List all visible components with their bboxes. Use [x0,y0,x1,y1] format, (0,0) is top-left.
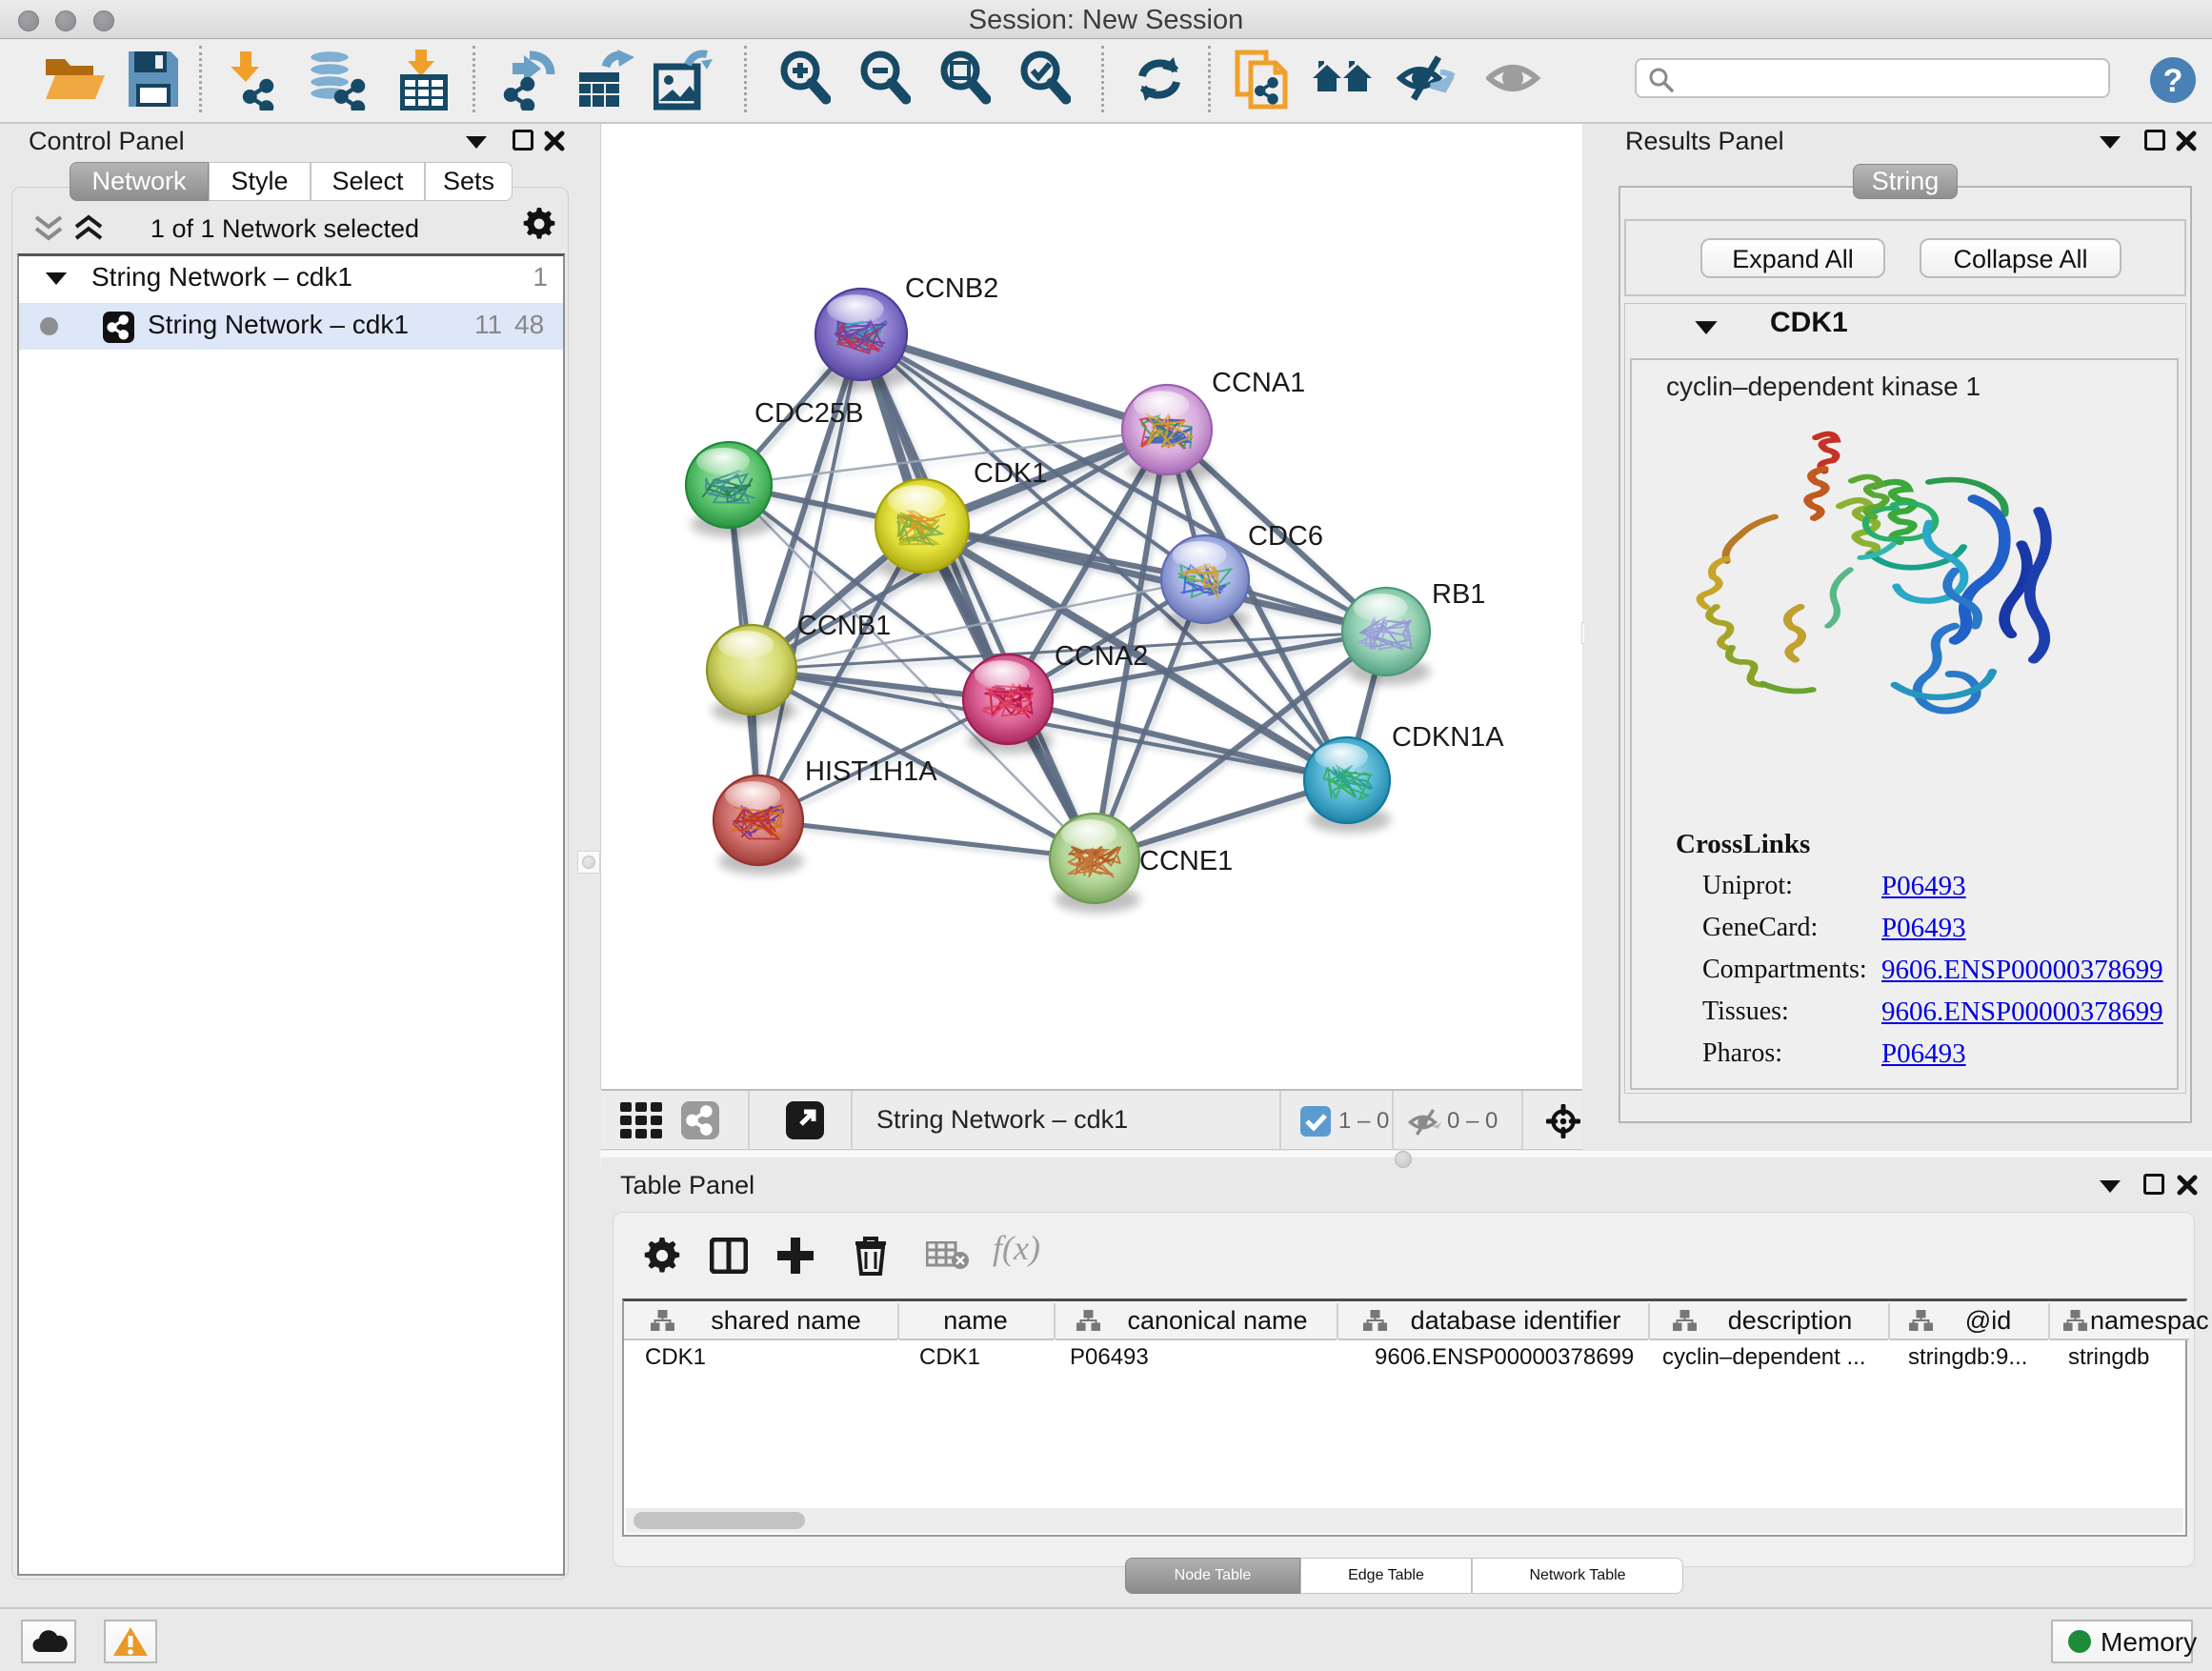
svg-text:CCNE1: CCNE1 [1139,846,1233,876]
svg-text:CDK1: CDK1 [974,458,1047,489]
svg-text:?: ? [2163,63,2183,99]
svg-text:CDKN1A: CDKN1A [1392,722,1504,753]
svg-text:CDC6: CDC6 [1248,521,1323,552]
svg-text:CCNB1: CCNB1 [797,611,891,641]
svg-text:CDC25B: CDC25B [754,398,863,429]
svg-text:RB1: RB1 [1432,579,1485,610]
svg-text:CCNB2: CCNB2 [905,273,998,304]
svg-text:CCNA1: CCNA1 [1212,368,1305,398]
svg-text:HIST1H1A: HIST1H1A [805,756,937,787]
svg-text:CCNA2: CCNA2 [1055,641,1148,672]
